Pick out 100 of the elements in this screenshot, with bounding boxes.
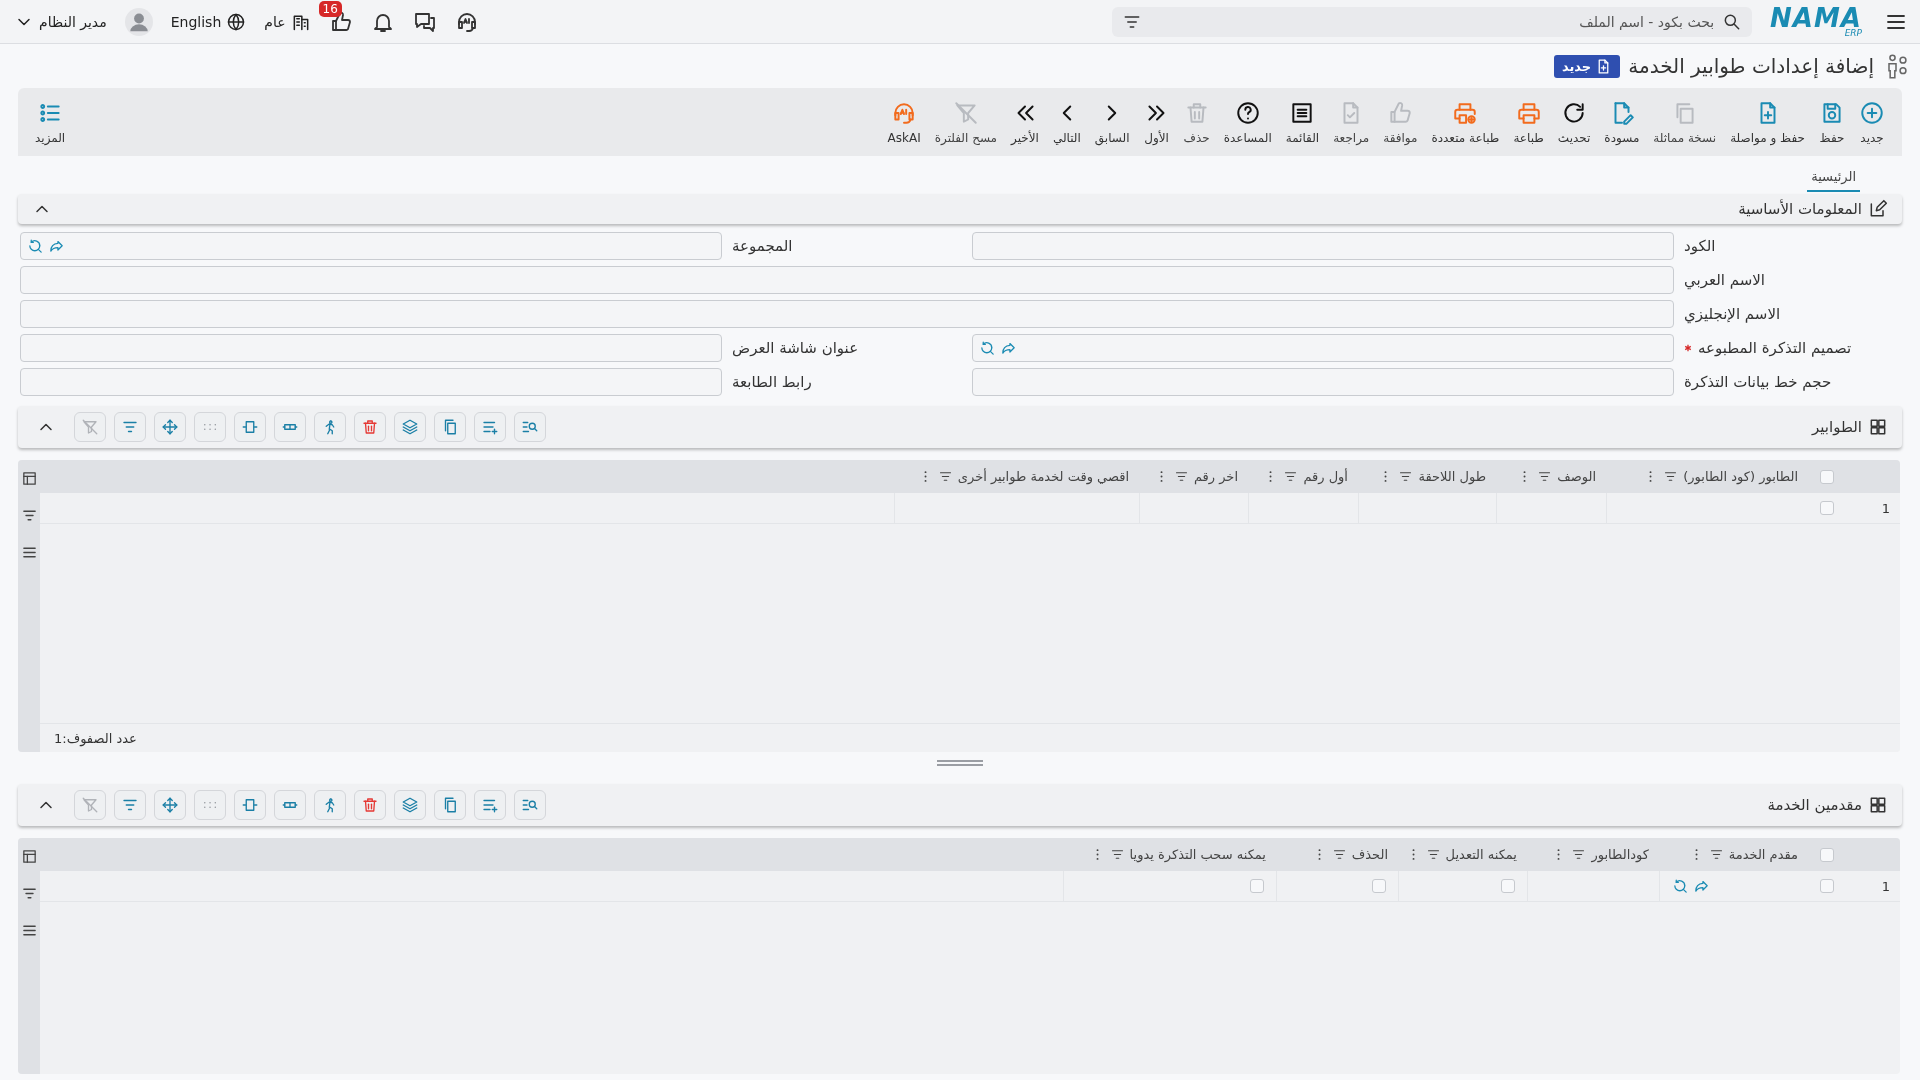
trash-button[interactable]: [354, 790, 386, 820]
column-header[interactable]: الطابور (كود الطابور): [1683, 469, 1798, 484]
filter-icon[interactable]: [1425, 847, 1441, 862]
trash-icon: [361, 796, 379, 814]
tab[interactable]: الرئيسية: [1807, 162, 1860, 192]
dots-button[interactable]: [194, 790, 226, 820]
fit-columns-button[interactable]: [234, 790, 266, 820]
column-header[interactable]: يمكنه سحب التذكرة يدويا: [1129, 847, 1266, 862]
search-field[interactable]: بحث بكود - اسم الملف: [1148, 12, 1717, 31]
help-button[interactable]: المساعدة: [1216, 95, 1279, 149]
checkbox[interactable]: [1819, 469, 1834, 484]
filter-icon[interactable]: [1331, 847, 1347, 862]
layers-button[interactable]: [394, 412, 426, 442]
input-field[interactable]: [972, 334, 1674, 362]
copy-button[interactable]: [434, 790, 466, 820]
checkbox[interactable]: [1250, 879, 1264, 893]
layers-icon: [401, 796, 419, 814]
input-field[interactable]: [20, 300, 1674, 328]
language-button[interactable]: English: [170, 11, 247, 32]
avatar[interactable]: [124, 7, 153, 36]
save-button[interactable]: حفظ: [1812, 95, 1852, 149]
filter-button[interactable]: [114, 412, 146, 442]
filter-icon[interactable]: [1109, 847, 1125, 862]
field-label: عنوان شاشة العرض: [732, 339, 859, 357]
layers-icon: [401, 418, 419, 436]
move-button[interactable]: [154, 790, 186, 820]
fit-columns-button[interactable]: [234, 412, 266, 442]
filter-icon[interactable]: [1173, 469, 1189, 484]
input-field[interactable]: [20, 368, 722, 396]
filter-icon[interactable]: [1571, 847, 1587, 862]
first-button[interactable]: الأول: [1136, 95, 1177, 149]
user-menu[interactable]: مدير النظام: [14, 11, 107, 32]
move-icon: [161, 418, 179, 436]
list-button[interactable]: القائمة: [1278, 95, 1327, 149]
status-badge: جديد: [1553, 54, 1621, 78]
page-title: إضافة إعدادات طوابير الخدمة: [1628, 54, 1874, 78]
row-count: عدد الصفوف:1: [53, 730, 137, 746]
filter-icon[interactable]: [1708, 847, 1724, 862]
input-field[interactable]: [972, 368, 1674, 396]
filter-icon[interactable]: [937, 469, 953, 484]
last-button[interactable]: الأخير: [1004, 95, 1046, 149]
filter-icon[interactable]: [1663, 469, 1679, 484]
filter-off-icon: [81, 418, 99, 436]
running-person-button[interactable]: [314, 412, 346, 442]
column-header[interactable]: مقدم الخدمة: [1728, 847, 1798, 862]
new-button[interactable]: جديد: [1852, 95, 1892, 149]
column-header[interactable]: يمكنه التعديل: [1445, 847, 1517, 862]
search-bar[interactable]: بحث بكود - اسم الملف: [1112, 6, 1753, 37]
checkbox[interactable]: [1819, 879, 1834, 893]
list-plus-button[interactable]: [474, 790, 506, 820]
move-button[interactable]: [154, 412, 186, 442]
more-button[interactable]: المزيد: [28, 95, 73, 149]
grid-icon: [1868, 417, 1888, 437]
splitter-handle[interactable]: [937, 760, 983, 766]
filter-icon[interactable]: [1537, 469, 1553, 484]
checkbox[interactable]: [1819, 501, 1834, 515]
lookup-icon[interactable]: [979, 339, 996, 357]
print-button[interactable]: طباعة: [1506, 95, 1551, 149]
copy-button[interactable]: [434, 412, 466, 442]
list-search-button[interactable]: [514, 790, 546, 820]
column-header[interactable]: كودالطابور: [1591, 847, 1649, 862]
table-icon[interactable]: [20, 470, 38, 487]
thumbs-up-icon: [1387, 99, 1414, 126]
rows-button[interactable]: [274, 790, 306, 820]
input-field[interactable]: [20, 232, 722, 260]
column-header[interactable]: طول اللاحقة: [1418, 469, 1486, 484]
next-button[interactable]: التالي: [1045, 95, 1088, 149]
checkbox[interactable]: [1819, 847, 1834, 862]
trash-button[interactable]: [354, 412, 386, 442]
section-title: المعلومات الأساسية: [1738, 200, 1862, 218]
column-header[interactable]: الوصف: [1557, 469, 1596, 484]
checkbox[interactable]: [1501, 879, 1515, 893]
input-field[interactable]: [20, 266, 1674, 294]
column-header[interactable]: الحذف: [1351, 847, 1388, 862]
branch-button[interactable]: عام: [264, 11, 311, 32]
logo: NAMA ERP: [1770, 5, 1862, 38]
list-search-button[interactable]: [514, 412, 546, 442]
input-field[interactable]: [20, 334, 722, 362]
filter-icon[interactable]: [1283, 469, 1299, 484]
column-header[interactable]: اقصي وقت لخدمة طوابير أخرى: [957, 469, 1129, 484]
filter-icon[interactable]: [1398, 469, 1414, 484]
column-header[interactable]: أول رقم: [1303, 469, 1348, 484]
filter-off-icon: [81, 796, 99, 814]
help-icon: [1234, 99, 1261, 126]
column-header[interactable]: اخر رقم: [1193, 469, 1238, 484]
refresh-button[interactable]: تحديث: [1550, 95, 1598, 149]
dots-button[interactable]: [194, 412, 226, 442]
running-person-button[interactable]: [314, 790, 346, 820]
checkbox[interactable]: [1372, 879, 1386, 893]
lookup-icon[interactable]: [1672, 877, 1689, 895]
filter-button[interactable]: [114, 790, 146, 820]
draft-button[interactable]: مسودة: [1597, 95, 1647, 149]
lookup-icon[interactable]: [27, 237, 44, 255]
previous-button[interactable]: السابق: [1087, 95, 1137, 149]
layers-button[interactable]: [394, 790, 426, 820]
input-field[interactable]: [972, 232, 1674, 260]
rows-button[interactable]: [274, 412, 306, 442]
filter-off-icon: [952, 99, 979, 126]
list-plus-button[interactable]: [474, 412, 506, 442]
table-icon[interactable]: [20, 848, 38, 865]
